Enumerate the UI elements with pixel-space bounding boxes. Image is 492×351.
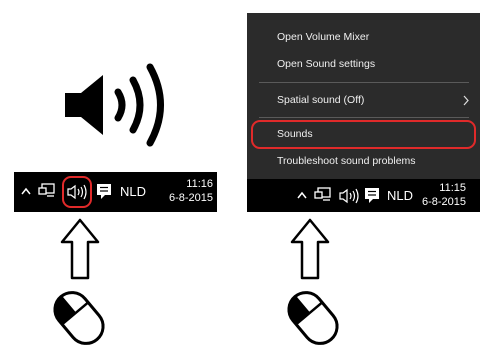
language-indicator[interactable]: NLD [120,184,146,199]
menu-item-open-sound-settings[interactable]: Open Sound settings [277,58,375,70]
clock-date: 6-8-2015 [168,192,213,204]
menu-separator [259,117,469,118]
mouse-icon [287,291,339,345]
network-icon[interactable] [314,187,332,203]
action-center-icon[interactable] [96,183,112,200]
arrow-up-icon [290,218,330,280]
network-icon[interactable] [38,183,56,199]
chevron-up-icon[interactable] [297,191,307,199]
clock[interactable]: 11:15 6-8-2015 [406,181,466,209]
menu-item-open-volume-mixer[interactable]: Open Volume Mixer [277,31,369,43]
mouse-icon [53,291,105,345]
clock[interactable]: 11:16 6-8-2015 [153,177,213,205]
arrow-up-icon [60,218,100,280]
taskbar-left: NLD 11:16 6-8-2015 [14,172,217,212]
volume-icon[interactable] [339,188,361,204]
chevron-up-icon[interactable] [21,187,31,195]
action-center-icon[interactable] [364,187,380,204]
clock-time: 11:16 [186,178,213,190]
menu-separator [259,82,469,83]
taskbar-right: NLD 11:15 6-8-2015 [247,179,480,212]
volume-highlight [62,176,92,208]
chevron-right-icon [463,95,469,106]
clock-date: 6-8-2015 [421,196,466,208]
menu-item-spatial-sound[interactable]: Spatial sound (Off) [277,94,364,106]
menu-item-troubleshoot[interactable]: Troubleshoot sound problems [277,155,416,167]
sound-context-menu: Open Volume Mixer Open Sound settings Sp… [247,13,480,179]
clock-time: 11:15 [439,182,466,194]
large-speaker-icon [65,63,164,147]
sounds-highlight [251,120,476,149]
